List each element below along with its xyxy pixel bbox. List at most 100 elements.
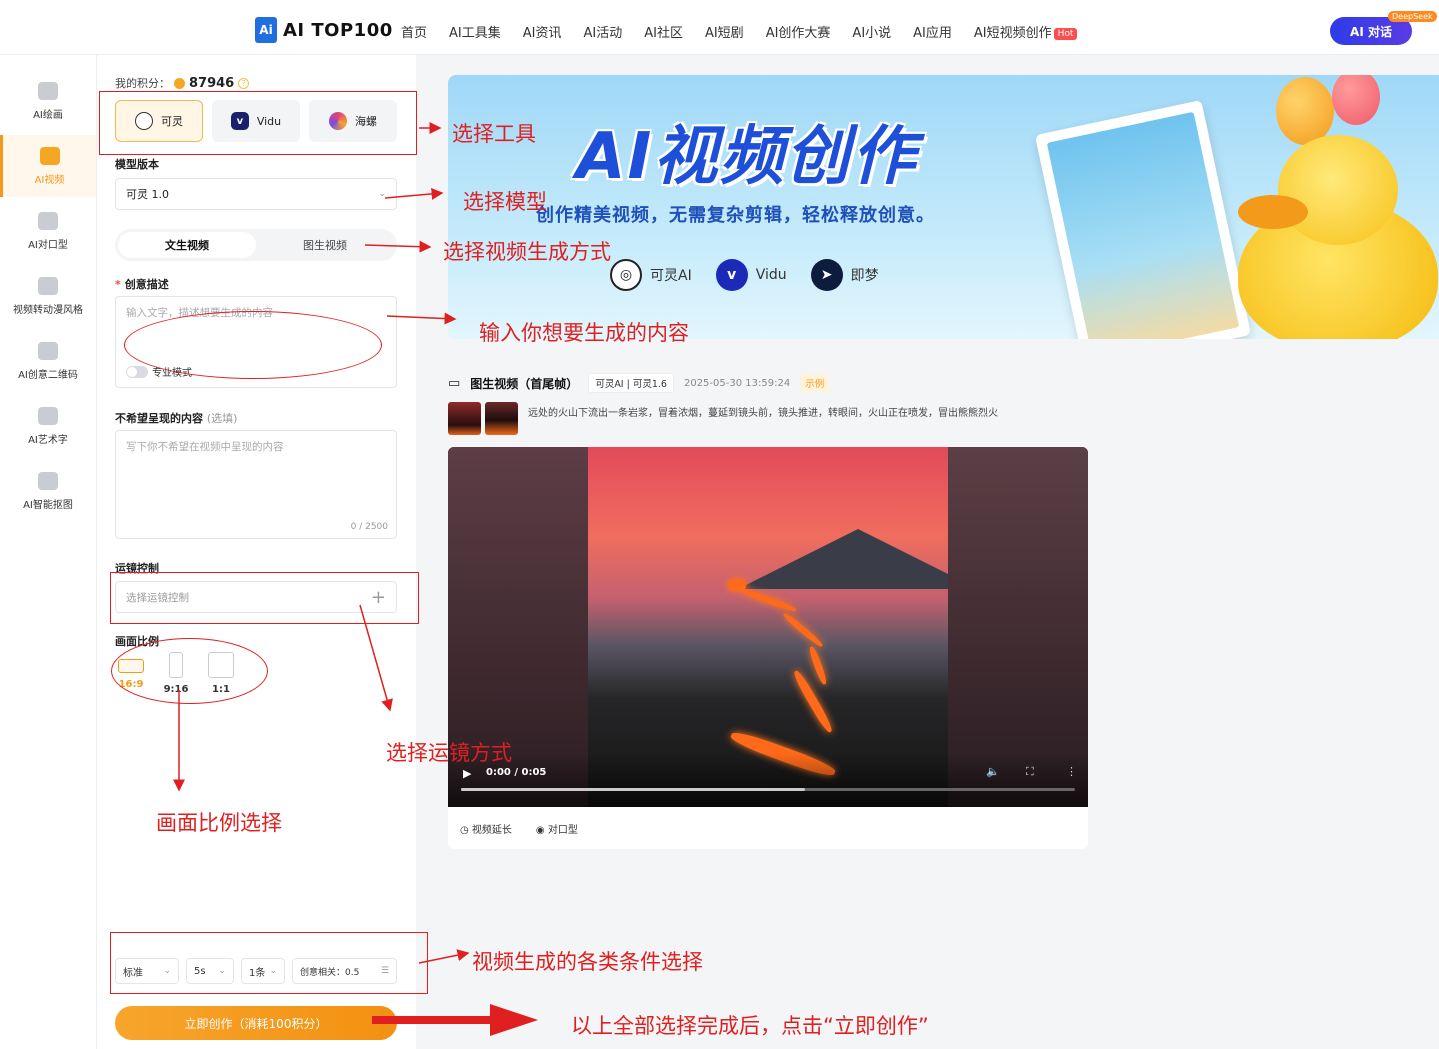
annotation-box-tools: [99, 91, 417, 155]
logo-mark: Ai: [255, 17, 277, 43]
char-counter: 0 / 2500: [350, 522, 388, 532]
nav-ai-community[interactable]: AI社区: [644, 22, 683, 41]
coin-icon: [174, 77, 185, 89]
tab-text-to-video[interactable]: 文生视频: [118, 232, 256, 258]
nav-ai-short-video-label: AI短视频创作: [973, 26, 1052, 41]
points-label: 我的积分：: [115, 77, 170, 90]
site-logo[interactable]: Ai AI TOP100: [255, 17, 393, 43]
frame-thumbnails: [448, 402, 518, 435]
required-mark: *: [115, 278, 121, 291]
annotation-ellipse-prompt: [124, 311, 382, 379]
deepseek-badge: DeepSeek: [1388, 11, 1437, 22]
nav-home[interactable]: 首页: [401, 22, 427, 41]
negative-prompt-input[interactable]: 写下你不希望在视频中呈现的内容 0 / 2500: [115, 430, 397, 539]
brand-vidu: v Vidu: [715, 259, 787, 291]
negative-prompt-label: 不希望呈现的内容 (选填): [115, 410, 237, 426]
sidebar-item-label: AI绘画: [33, 109, 63, 121]
fullscreen-icon[interactable]: ⛶: [1026, 765, 1034, 779]
negative-prompt-placeholder: 写下你不希望在视频中呈现的内容: [126, 441, 284, 453]
volcano-shape: [738, 529, 948, 589]
lava-shape: [791, 668, 835, 735]
sidebar-item-label: AI对口型: [28, 239, 68, 251]
model-version-value: 可灵 1.0: [126, 188, 169, 201]
nav-ai-tools[interactable]: AI工具集: [449, 22, 501, 41]
toggle-switch[interactable]: [126, 366, 148, 378]
video-controls: ▶ 0:00 / 0:05 🔈 ⛶ ⋮: [448, 753, 1088, 807]
nav-ai-events[interactable]: AI活动: [583, 22, 622, 41]
points-display: 我的积分： 87946 ?: [115, 75, 250, 91]
duck-head-decoration: [1278, 135, 1398, 245]
negative-prompt-label-text: 不希望呈现的内容: [115, 412, 203, 425]
sidebar-item-label: AI智能抠图: [23, 499, 73, 511]
annotation-box-camera: [110, 572, 419, 624]
nav-ai-apps[interactable]: AI应用: [913, 22, 952, 41]
lava-shape: [807, 645, 829, 686]
chevron-down-icon: ⌄: [378, 189, 386, 199]
vidu-icon: v: [715, 259, 748, 291]
last-frame-thumbnail[interactable]: [485, 402, 518, 435]
annotation-select-tool: 选择工具: [452, 122, 536, 146]
result-title: 图生视频（首尾帧）: [470, 376, 579, 391]
balloon-decoration: [1332, 75, 1380, 125]
lip-sync-button[interactable]: ◉ 对口型: [536, 821, 578, 836]
annotation-click-create: 以上全部选择完成后，点击“立即创作”: [571, 1014, 929, 1038]
annotation-select-conditions: 视频生成的各类条件选择: [472, 950, 703, 974]
cutout-icon: [38, 471, 58, 490]
lip-sync-label: 对口型: [547, 825, 578, 836]
photo-frame-decoration: [1034, 99, 1252, 339]
lips-icon: [38, 211, 58, 230]
lava-shape: [781, 611, 825, 649]
video-actions: ◷ 视频延长 ◉ 对口型: [460, 821, 578, 836]
sidebar-item-label: AI创意二维码: [18, 369, 78, 381]
annotation-select-model: 选择模型: [463, 190, 547, 214]
lava-shape: [738, 586, 798, 614]
model-version-label: 模型版本: [115, 158, 159, 171]
art-text-icon: [38, 406, 58, 425]
hot-badge: Hot: [1053, 28, 1078, 40]
model-version-select[interactable]: 可灵 1.0 ⌄: [115, 178, 397, 210]
annotation-select-camera: 选择运镜方式: [386, 741, 512, 765]
nav-ai-novel[interactable]: AI小说: [852, 22, 891, 41]
eye-icon: ◉: [535, 825, 545, 836]
banner-title: AI视频创作: [576, 120, 918, 194]
clock-icon: ◷: [460, 825, 469, 836]
first-frame-thumbnail[interactable]: [448, 402, 481, 435]
help-icon[interactable]: ?: [238, 77, 250, 89]
brand-label: 可灵AI: [650, 268, 692, 284]
sidebar-item-cutout[interactable]: AI智能抠图: [0, 460, 96, 522]
more-icon[interactable]: ⋮: [1066, 765, 1077, 778]
volume-icon[interactable]: 🔈: [986, 765, 1000, 778]
video-clip-icon: ▭: [448, 375, 461, 391]
duck-beak-decoration: [1238, 195, 1308, 229]
sidebar-item-qrcode[interactable]: AI创意二维码: [0, 330, 96, 392]
banner-brands: ◎ 可灵AI v Vidu ➤ 即梦: [610, 259, 879, 291]
annotation-select-ratio: 画面比例选择: [156, 811, 282, 835]
nav-ai-contest[interactable]: AI创作大赛: [766, 22, 831, 41]
balloon-decoration: [1276, 77, 1334, 145]
nav-ai-news[interactable]: AI资讯: [523, 22, 562, 41]
main-nav: 首页 AI工具集 AI资讯 AI活动 AI社区 AI短剧 AI创作大赛 AI小说…: [401, 22, 1078, 41]
nav-ai-short-drama[interactable]: AI短剧: [705, 22, 744, 41]
video-card: ▶ 0:00 / 0:05 🔈 ⛶ ⋮ ◷ 视频延长 ◉ 对口型: [448, 447, 1088, 849]
prompt-label: * 创意描述: [115, 276, 169, 292]
demo-badge: 示例: [800, 374, 830, 392]
nav-ai-short-video[interactable]: AI短视频创作 Hot: [974, 22, 1078, 41]
video-player[interactable]: ▶ 0:00 / 0:05 🔈 ⛶ ⋮: [448, 447, 1088, 807]
sidebar-item-label: AI视频: [34, 174, 65, 186]
sidebar-item-ai-video[interactable]: AI视频: [0, 135, 96, 197]
sidebar-item-art-text[interactable]: AI艺术字: [0, 395, 96, 457]
tab-image-to-video[interactable]: 图生视频: [256, 232, 394, 258]
sidebar-item-ai-drawing[interactable]: AI绘画: [0, 70, 96, 132]
left-sidebar: AI绘画 AI视频 AI对口型 视频转动漫风格 AI创意二维码 AI艺术字 AI…: [0, 55, 96, 1049]
sidebar-item-lip-sync[interactable]: AI对口型: [0, 200, 96, 262]
video-progress-bar[interactable]: [461, 788, 1075, 791]
kling-icon: ◎: [610, 259, 642, 291]
brand-jimeng: ➤ 即梦: [810, 259, 879, 291]
result-time: 2025-05-30 13:59:24: [683, 377, 791, 389]
jimeng-icon: ➤: [810, 259, 843, 291]
sidebar-item-label: 视频转动漫风格: [13, 304, 83, 316]
create-now-button[interactable]: 立即创作（消耗100积分）: [115, 1006, 397, 1040]
play-icon[interactable]: ▶: [463, 767, 471, 780]
sidebar-item-anime-style[interactable]: 视频转动漫风格: [0, 265, 96, 327]
extend-video-button[interactable]: ◷ 视频延长: [460, 821, 512, 836]
